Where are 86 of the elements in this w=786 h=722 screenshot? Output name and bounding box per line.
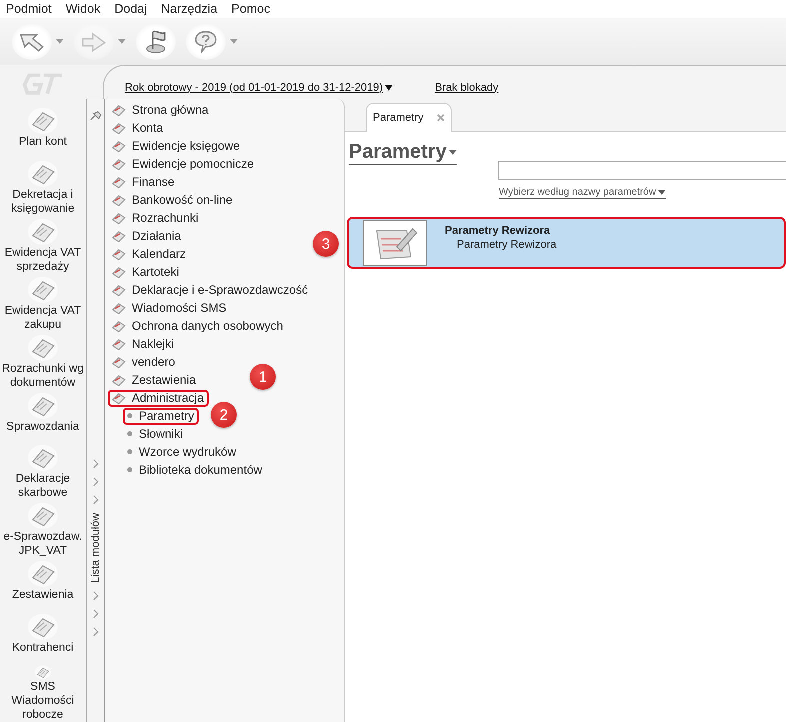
module-label[interactable]: Plan kont	[19, 134, 67, 149]
module-icon[interactable]	[26, 558, 60, 588]
module-icon	[112, 139, 126, 153]
module-label[interactable]: SMS Wiadomości robocze	[1, 680, 85, 722]
tree-item[interactable]: Bankowość on-line	[108, 192, 238, 208]
module-label[interactable]: Zestawienia	[12, 588, 74, 602]
module-icon	[112, 337, 126, 351]
tree-item[interactable]: Biblioteka dokumentów	[123, 462, 268, 478]
lock-status-link[interactable]: Brak blokady	[435, 82, 499, 94]
tab[interactable]: Parametry	[366, 103, 452, 132]
caret-icon	[658, 190, 666, 195]
tree-item[interactable]: Administracja	[108, 390, 210, 406]
module-icon	[112, 355, 126, 369]
module-label[interactable]: Dekretacja i księgowanie	[1, 188, 85, 216]
result-title: Parametry Rewizora	[445, 225, 552, 237]
tree-item[interactable]: Ochrona danych osobowych	[108, 318, 288, 334]
page-title[interactable]: Parametry	[349, 141, 457, 165]
chevron-icon[interactable]	[92, 591, 100, 602]
callout-badge: 1	[250, 364, 276, 390]
module-icon	[112, 391, 126, 405]
tree-item[interactable]: Wiadomości SMS	[108, 300, 232, 316]
tree-item[interactable]: Zestawienia	[108, 372, 202, 388]
module-icon	[112, 193, 126, 207]
bullet-icon	[127, 467, 133, 473]
search-field[interactable]	[498, 161, 786, 180]
toolbar-button[interactable]	[186, 24, 226, 60]
tree-item[interactable]: Rozrachunki	[108, 210, 204, 226]
tree-item[interactable]: Kalendarz	[108, 246, 192, 262]
module-icon	[112, 283, 126, 297]
module-label[interactable]: Sprawozdania	[6, 420, 80, 434]
module-label[interactable]: Ewidencja VAT sprzedaży	[1, 246, 85, 274]
toolbar-button[interactable]	[136, 24, 176, 60]
bullet-icon	[127, 449, 133, 455]
arrow-icon	[81, 30, 107, 52]
caret-icon[interactable]	[385, 84, 394, 90]
bullet-icon	[127, 413, 133, 419]
tree-item[interactable]: Ewidencje księgowe	[108, 138, 246, 154]
module-icon	[112, 265, 126, 279]
module-icon	[112, 229, 126, 243]
module-icon	[112, 247, 126, 261]
tree-item[interactable]: Słowniki	[123, 426, 188, 442]
menu-item[interactable]: Widok	[66, 2, 101, 16]
module-icon	[112, 373, 126, 387]
module-icon	[112, 175, 126, 189]
module-icon	[112, 103, 126, 117]
tree-item[interactable]: Finanse	[108, 174, 180, 190]
module-icon[interactable]	[26, 611, 60, 642]
module-icon	[112, 319, 126, 333]
flag-icon	[144, 28, 168, 54]
module-icon[interactable]	[26, 500, 60, 530]
close-icon[interactable]	[437, 114, 445, 122]
bullet-icon	[127, 431, 133, 437]
module-icon[interactable]	[26, 442, 60, 472]
tree-item[interactable]: Kartoteki	[108, 264, 184, 280]
module-label[interactable]: Deklaracje skarbowe	[1, 472, 85, 500]
menu-item[interactable]: Pomoc	[232, 2, 270, 16]
module-icon	[112, 211, 126, 225]
module-icon	[112, 301, 126, 315]
callout-badge: 2	[211, 402, 237, 428]
tree-item[interactable]: Ewidencje pomocnicze	[108, 156, 260, 172]
chevron-icon[interactable]	[92, 609, 100, 620]
menu-item[interactable]: Dodaj	[114, 2, 148, 16]
tree-item[interactable]: Wzorce wydruków	[123, 444, 242, 460]
help-icon	[194, 30, 218, 54]
module-label[interactable]: Rozrachunki wg dokumentów	[1, 362, 85, 390]
tree-item[interactable]: vendero	[108, 354, 180, 370]
menu-item[interactable]: Podmiot	[6, 2, 52, 16]
tree-item[interactable]: Działania	[108, 228, 186, 244]
tree-item[interactable]: Parametry	[123, 408, 200, 424]
module-icon	[112, 121, 126, 135]
tree-item[interactable]: Naklejki	[108, 336, 180, 352]
chevron-icon[interactable]	[92, 627, 100, 638]
toolbar-button[interactable]	[12, 24, 52, 60]
module-icon	[112, 157, 126, 171]
fiscal-year-link[interactable]: Rok obrotowy - 2019 (od 01-01-2019 do 31-12-2019)	[125, 82, 384, 94]
filter-link[interactable]: Wybierz według nazwy parametrów	[499, 187, 666, 199]
tree-item[interactable]: Konta	[108, 120, 168, 136]
tree-item[interactable]: Deklaracje i e-Sprawozdawczość	[108, 282, 314, 298]
module-label[interactable]: Kontrahenci	[12, 641, 74, 656]
pin-icon[interactable]	[90, 111, 102, 121]
tree-item[interactable]: Strona główna	[108, 102, 214, 118]
module-list-tab[interactable]: Lista modułów	[90, 513, 102, 584]
result-subtitle: Parametry Rewizora	[457, 239, 557, 251]
module-label[interactable]: e-Sprawozdaw. JPK_VAT	[1, 530, 85, 558]
menu-item[interactable]: Narzędzia	[161, 2, 218, 16]
module-label[interactable]: Ewidencja VAT zakupu	[1, 304, 85, 332]
